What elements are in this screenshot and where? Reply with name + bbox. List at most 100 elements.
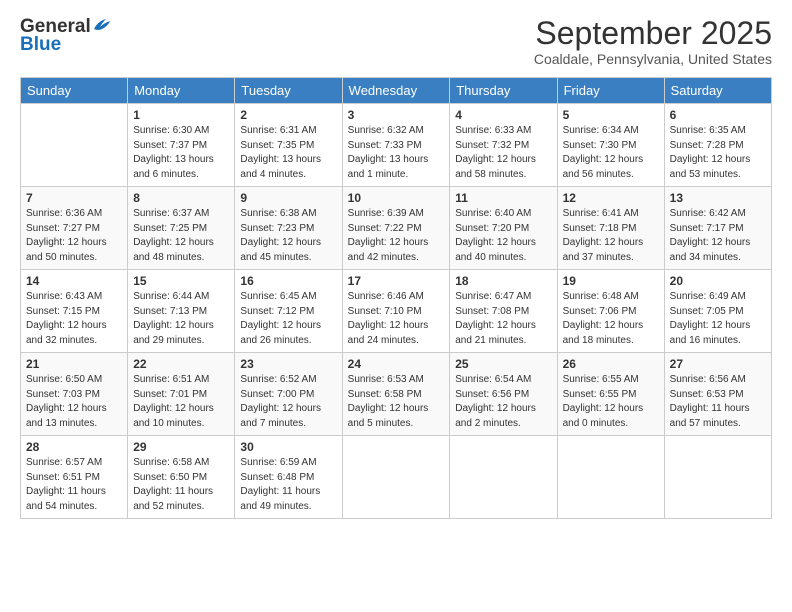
calendar-cell: 24 Sunrise: 6:53 AM Sunset: 6:58 PM Dayli…	[342, 353, 450, 436]
calendar-day-header: Wednesday	[342, 78, 450, 104]
cell-content: Sunrise: 6:37 AM Sunset: 7:25 PM Dayligh…	[133, 207, 229, 265]
day-number: 13	[670, 191, 766, 205]
cell-content: Sunrise: 6:57 AM Sunset: 6:51 PM Dayligh…	[26, 456, 122, 514]
day-number: 27	[670, 357, 766, 371]
cell-content: Sunrise: 6:36 AM Sunset: 7:27 PM Dayligh…	[26, 207, 122, 265]
day-number: 3	[348, 108, 445, 122]
day-number: 23	[240, 357, 336, 371]
calendar-cell: 26 Sunrise: 6:55 AM Sunset: 6:55 PM Dayli…	[557, 353, 664, 436]
calendar-cell: 18 Sunrise: 6:47 AM Sunset: 7:08 PM Dayli…	[450, 270, 557, 353]
calendar-header-row: SundayMondayTuesdayWednesdayThursdayFrid…	[21, 78, 772, 104]
day-number: 26	[563, 357, 659, 371]
day-number: 18	[455, 274, 551, 288]
cell-content: Sunrise: 6:50 AM Sunset: 7:03 PM Dayligh…	[26, 373, 122, 431]
calendar-cell: 29Sunrise: 6:58 AM Sunset: 6:50 PM Dayli…	[128, 436, 235, 519]
title-block: September 2025 Coaldale, Pennsylvania, U…	[534, 16, 772, 67]
calendar-cell: 19 Sunrise: 6:48 AM Sunset: 7:06 PM Dayli…	[557, 270, 664, 353]
calendar-week-row: 28 Sunrise: 6:57 AM Sunset: 6:51 PM Dayli…	[21, 436, 772, 519]
calendar-cell	[342, 436, 450, 519]
cell-content: Sunrise: 6:39 AM Sunset: 7:22 PM Dayligh…	[348, 207, 445, 265]
cell-content: Sunrise: 6:32 AM Sunset: 7:33 PM Dayligh…	[348, 124, 445, 182]
day-number: 14	[26, 274, 122, 288]
day-number: 29	[133, 440, 229, 454]
day-number: 17	[348, 274, 445, 288]
cell-content: Sunrise: 6:48 AM Sunset: 7:06 PM Dayligh…	[563, 290, 659, 348]
calendar-cell: 21 Sunrise: 6:50 AM Sunset: 7:03 PM Dayli…	[21, 353, 128, 436]
cell-content: Sunrise: 6:53 AM Sunset: 6:58 PM Dayligh…	[348, 373, 445, 431]
cell-content: Sunrise: 6:35 AM Sunset: 7:28 PM Dayligh…	[670, 124, 766, 182]
calendar-cell: 23 Sunrise: 6:52 AM Sunset: 7:00 PM Dayli…	[235, 353, 342, 436]
calendar-cell: 5Sunrise: 6:34 AM Sunset: 7:30 PM Daylig…	[557, 104, 664, 187]
calendar-cell: 12Sunrise: 6:41 AM Sunset: 7:18 PM Dayli…	[557, 187, 664, 270]
calendar-cell: 8Sunrise: 6:37 AM Sunset: 7:25 PM Daylig…	[128, 187, 235, 270]
day-number: 16	[240, 274, 336, 288]
cell-content: Sunrise: 6:49 AM Sunset: 7:05 PM Dayligh…	[670, 290, 766, 348]
cell-content: Sunrise: 6:42 AM Sunset: 7:17 PM Dayligh…	[670, 207, 766, 265]
day-number: 22	[133, 357, 229, 371]
cell-content: Sunrise: 6:55 AM Sunset: 6:55 PM Dayligh…	[563, 373, 659, 431]
calendar-cell: 6 Sunrise: 6:35 AM Sunset: 7:28 PM Daylig…	[664, 104, 771, 187]
day-number: 9	[240, 191, 336, 205]
day-number: 20	[670, 274, 766, 288]
cell-content: Sunrise: 6:45 AM Sunset: 7:12 PM Dayligh…	[240, 290, 336, 348]
day-number: 28	[26, 440, 122, 454]
day-number: 15	[133, 274, 229, 288]
cell-content: Sunrise: 6:46 AM Sunset: 7:10 PM Dayligh…	[348, 290, 445, 348]
day-number: 4	[455, 108, 551, 122]
cell-content: Sunrise: 6:47 AM Sunset: 7:08 PM Dayligh…	[455, 290, 551, 348]
calendar-week-row: 14Sunrise: 6:43 AM Sunset: 7:15 PM Dayli…	[21, 270, 772, 353]
cell-content: Sunrise: 6:33 AM Sunset: 7:32 PM Dayligh…	[455, 124, 551, 182]
cell-content: Sunrise: 6:34 AM Sunset: 7:30 PM Dayligh…	[563, 124, 659, 182]
page: General Blue September 2025 Coaldale, Pe…	[0, 0, 792, 612]
calendar-cell: 9Sunrise: 6:38 AM Sunset: 7:23 PM Daylig…	[235, 187, 342, 270]
calendar-day-header: Thursday	[450, 78, 557, 104]
calendar-cell: 10 Sunrise: 6:39 AM Sunset: 7:22 PM Dayli…	[342, 187, 450, 270]
calendar-week-row: 1 Sunrise: 6:30 AM Sunset: 7:37 PM Daylig…	[21, 104, 772, 187]
cell-content: Sunrise: 6:30 AM Sunset: 7:37 PM Dayligh…	[133, 124, 229, 182]
cell-content: Sunrise: 6:44 AM Sunset: 7:13 PM Dayligh…	[133, 290, 229, 348]
calendar-table: SundayMondayTuesdayWednesdayThursdayFrid…	[20, 77, 772, 519]
calendar-cell	[557, 436, 664, 519]
calendar-cell: 25 Sunrise: 6:54 AM Sunset: 6:56 PM Dayli…	[450, 353, 557, 436]
calendar-cell	[450, 436, 557, 519]
page-subtitle: Coaldale, Pennsylvania, United States	[534, 51, 772, 67]
calendar-cell: 1 Sunrise: 6:30 AM Sunset: 7:37 PM Daylig…	[128, 104, 235, 187]
day-number: 25	[455, 357, 551, 371]
calendar-cell: 3 Sunrise: 6:32 AM Sunset: 7:33 PM Daylig…	[342, 104, 450, 187]
day-number: 12	[563, 191, 659, 205]
calendar-week-row: 7 Sunrise: 6:36 AM Sunset: 7:27 PM Daylig…	[21, 187, 772, 270]
calendar-cell: 30 Sunrise: 6:59 AM Sunset: 6:48 PM Dayli…	[235, 436, 342, 519]
calendar-day-header: Tuesday	[235, 78, 342, 104]
calendar-cell: 4 Sunrise: 6:33 AM Sunset: 7:32 PM Daylig…	[450, 104, 557, 187]
day-number: 30	[240, 440, 336, 454]
cell-content: Sunrise: 6:59 AM Sunset: 6:48 PM Dayligh…	[240, 456, 336, 514]
calendar-cell: 14Sunrise: 6:43 AM Sunset: 7:15 PM Dayli…	[21, 270, 128, 353]
calendar-cell: 17 Sunrise: 6:46 AM Sunset: 7:10 PM Dayli…	[342, 270, 450, 353]
calendar-cell: 27 Sunrise: 6:56 AM Sunset: 6:53 PM Dayli…	[664, 353, 771, 436]
cell-content: Sunrise: 6:56 AM Sunset: 6:53 PM Dayligh…	[670, 373, 766, 431]
calendar-day-header: Monday	[128, 78, 235, 104]
day-number: 2	[240, 108, 336, 122]
day-number: 21	[26, 357, 122, 371]
day-number: 24	[348, 357, 445, 371]
calendar-day-header: Saturday	[664, 78, 771, 104]
calendar-cell: 15 Sunrise: 6:44 AM Sunset: 7:13 PM Dayli…	[128, 270, 235, 353]
calendar-cell	[21, 104, 128, 187]
logo: General Blue	[20, 16, 114, 56]
calendar-cell: 11 Sunrise: 6:40 AM Sunset: 7:20 PM Dayli…	[450, 187, 557, 270]
calendar-cell: 22Sunrise: 6:51 AM Sunset: 7:01 PM Dayli…	[128, 353, 235, 436]
logo-blue: Blue	[20, 34, 61, 56]
day-number: 19	[563, 274, 659, 288]
cell-content: Sunrise: 6:54 AM Sunset: 6:56 PM Dayligh…	[455, 373, 551, 431]
header: General Blue September 2025 Coaldale, Pe…	[20, 16, 772, 67]
day-number: 1	[133, 108, 229, 122]
cell-content: Sunrise: 6:40 AM Sunset: 7:20 PM Dayligh…	[455, 207, 551, 265]
day-number: 11	[455, 191, 551, 205]
calendar-week-row: 21 Sunrise: 6:50 AM Sunset: 7:03 PM Dayli…	[21, 353, 772, 436]
day-number: 7	[26, 191, 122, 205]
logo-bird-icon	[92, 17, 114, 33]
day-number: 6	[670, 108, 766, 122]
day-number: 10	[348, 191, 445, 205]
calendar-cell: 20 Sunrise: 6:49 AM Sunset: 7:05 PM Dayli…	[664, 270, 771, 353]
cell-content: Sunrise: 6:52 AM Sunset: 7:00 PM Dayligh…	[240, 373, 336, 431]
